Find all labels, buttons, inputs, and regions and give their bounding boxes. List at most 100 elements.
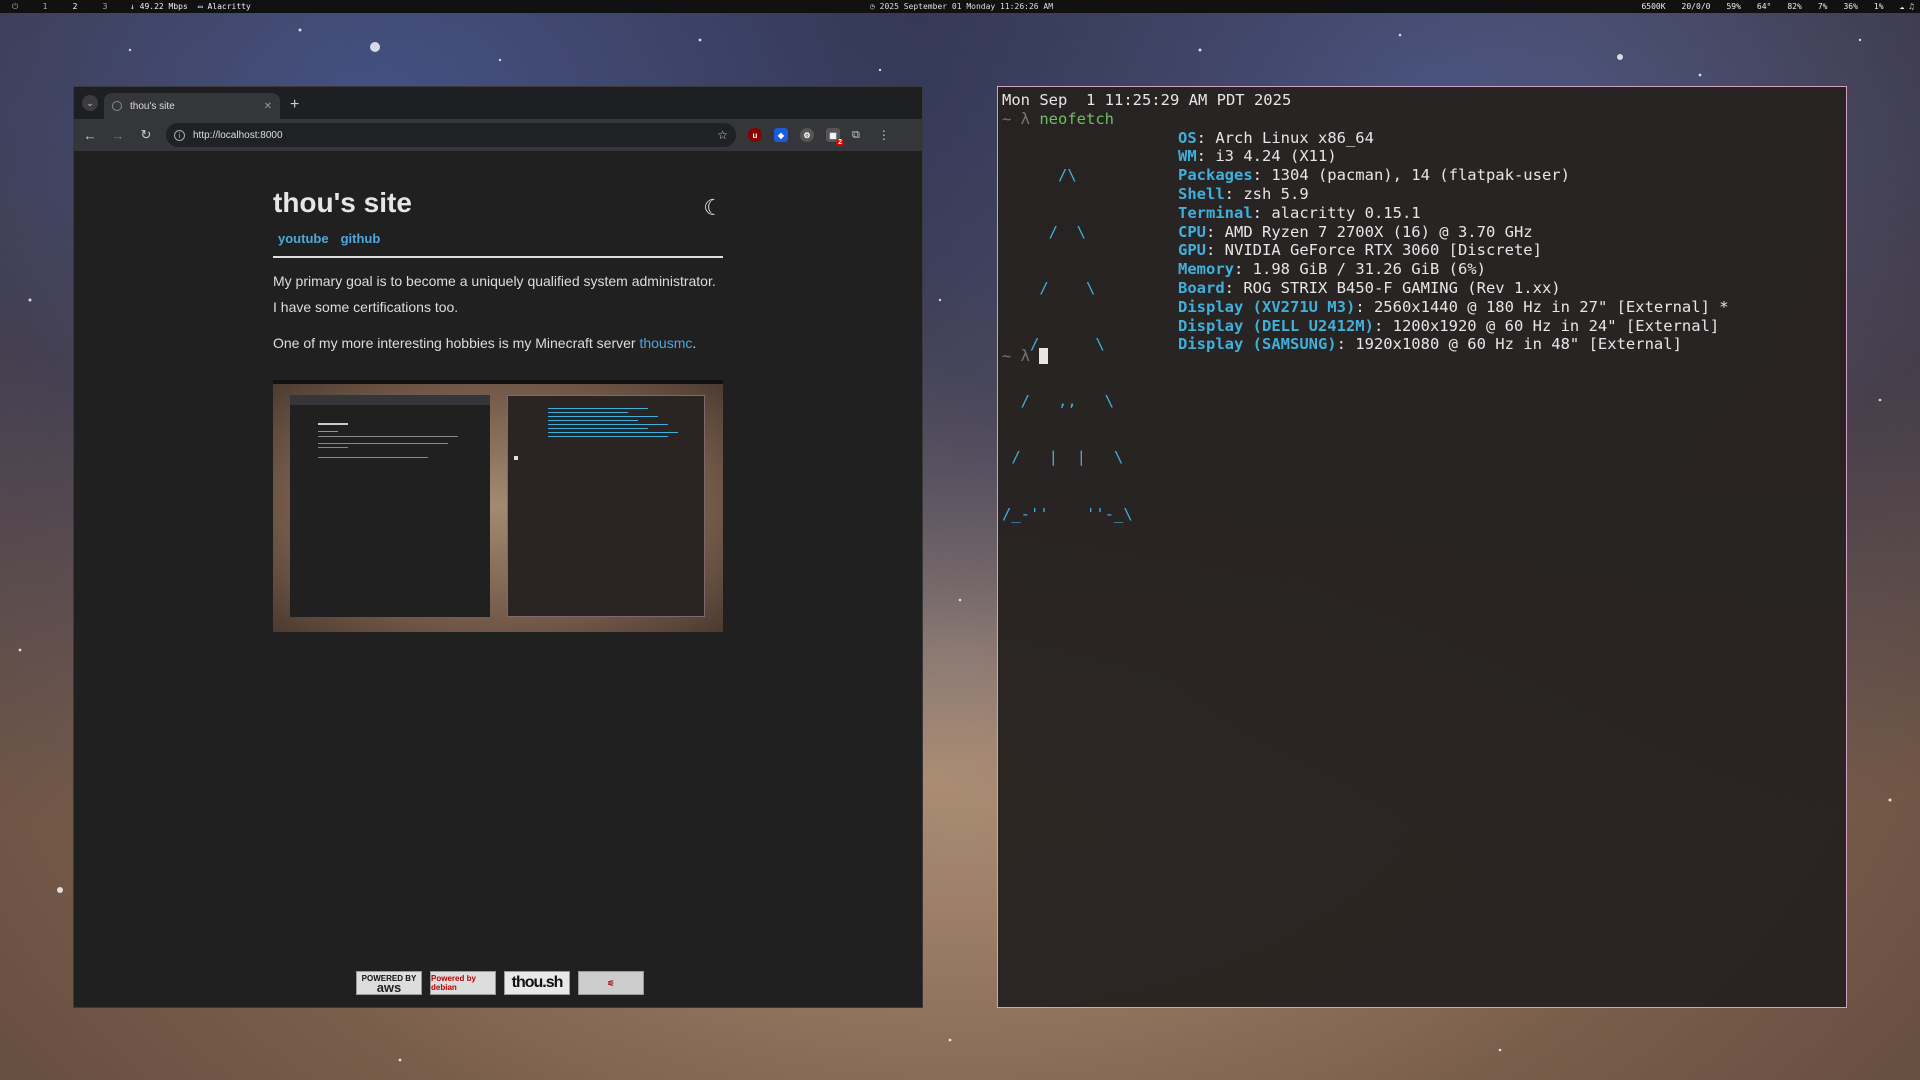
info-display-2: Display (DELL U2412M): 1200x1920 @ 60 Hz… <box>1178 317 1729 336</box>
powered-by-debian-badge[interactable]: Powered by debian <box>430 971 496 995</box>
notification-badge: 2 <box>836 139 844 146</box>
info-key: Packages <box>1178 166 1253 185</box>
page-content: thou's site ☾ youtube github My primary … <box>273 187 723 632</box>
info-value: : ROG STRIX B450-F GAMING (Rev 1.xx) <box>1224 278 1561 297</box>
bitwarden-icon[interactable]: ◆ <box>774 128 788 142</box>
screenshot-statusbar <box>273 380 723 384</box>
workspace-3[interactable]: 3 <box>90 0 120 13</box>
powered-by-aws-badge[interactable]: POWERED BY aws <box>356 971 422 995</box>
screenshot-line <box>318 443 448 444</box>
url-text[interactable]: http://localhost:8000 <box>193 130 709 141</box>
info-shell: Shell: zsh 5.9 <box>1178 185 1729 204</box>
info-packages: Packages: 1304 (pacman), 14 (flatpak-use… <box>1178 166 1729 185</box>
info-key: Board <box>1178 278 1225 297</box>
net-speed-value: 49.22 Mbps <box>139 2 188 11</box>
forward-arrow-icon[interactable]: → <box>110 128 126 143</box>
web-page: thou's site ☾ youtube github My primary … <box>74 151 922 1007</box>
clock: ◷ 2025 September 01 Monday 11:26:26 AM <box>870 2 1054 11</box>
screenshot-line <box>548 424 668 425</box>
screenshot-cursor <box>514 456 518 460</box>
info-key: Terminal <box>1178 203 1253 222</box>
status-bar: ⏻ 1 2 3 ↓ 49.22 Mbps ▭ Alacritty ◷ 2025 … <box>0 0 1920 13</box>
art-line: /\ <box>1002 166 1077 185</box>
arch-logo-ascii: /\ / \ / \ / \ / ,, \ / | | \ /_-'' ''-_… <box>1002 129 1133 561</box>
close-icon[interactable]: ✕ <box>264 101 272 112</box>
info-cpu: CPU: AMD Ryzen 7 2700X (16) @ 3.70 GHz <box>1178 223 1729 242</box>
art-line: / \ <box>1002 278 1096 297</box>
info-key: Memory <box>1178 260 1234 279</box>
info-value: : 1.98 GiB / 31.26 GiB (6%) <box>1234 260 1486 279</box>
info-key: Display (DELL U2412M) <box>1178 316 1374 335</box>
info-value: : 2560x1440 @ 180 Hz in 27" [External] * <box>1355 297 1729 316</box>
info-value: : AMD Ryzen 7 2700X (16) @ 3.70 GHz <box>1206 222 1533 241</box>
terminal-window[interactable]: Mon Sep 1 11:25:29 AM PDT 2025 ~ λ neofe… <box>997 86 1847 1008</box>
divider <box>273 256 723 258</box>
screenshot-line <box>318 423 348 425</box>
info-gpu: GPU: NVIDIA GeForce RTX 3060 [Discrete] <box>1178 241 1729 260</box>
art-line: / ,, \ <box>1002 391 1114 410</box>
art-line: /_-'' ''-_\ <box>1002 504 1133 523</box>
date-output: Mon Sep 1 11:25:29 AM PDT 2025 <box>1002 91 1292 109</box>
neofetch-output: /\ / \ / \ / \ / ,, \ / | | \ /_-'' ''-_… <box>1002 129 1842 523</box>
info-os: OS: Arch Linux x86_64 <box>1178 129 1729 148</box>
screenshot-line <box>548 416 658 417</box>
extensions-puzzle-icon[interactable]: ⧉ <box>852 129 860 142</box>
aws-badge-main: aws <box>376 980 402 995</box>
tab-active[interactable]: thou's site ✕ <box>104 93 280 119</box>
extension-gear-icon[interactable]: ⚙ <box>800 128 814 142</box>
globe-icon <box>112 101 122 111</box>
workspace-2[interactable]: 2 <box>60 0 90 13</box>
info-key: Display (XV271U M3) <box>1178 297 1356 316</box>
thousmc-link[interactable]: thousmc <box>639 335 692 351</box>
info-terminal: Terminal: alacritty 0.15.1 <box>1178 204 1729 223</box>
calendar-extension-icon[interactable]: ▦ 2 <box>826 128 844 146</box>
info-value: : i3 4.24 (X11) <box>1196 147 1337 166</box>
info-value: : 1304 (pacman), 14 (flatpak-user) <box>1252 166 1570 185</box>
power-icon[interactable]: ⏻ <box>0 0 30 13</box>
color-temp: 6500K <box>1641 2 1666 11</box>
info-key: OS <box>1178 128 1197 147</box>
info-value: : NVIDIA GeForce RTX 3060 [Discrete] <box>1206 241 1542 260</box>
screenshot-browser <box>290 395 490 617</box>
screenshot-line <box>548 428 648 429</box>
screenshot-line <box>548 408 648 409</box>
thou-sh-badge[interactable]: thou.sh <box>504 971 570 995</box>
info-display-3: Display (SAMSUNG): 1920x1080 @ 60 Hz in … <box>1178 335 1729 354</box>
hobby-period: . <box>692 335 697 351</box>
focused-window: ▭ Alacritty <box>197 2 251 11</box>
back-arrow-icon[interactable]: ← <box>82 128 98 143</box>
browser-window: ⌄ thou's site ✕ + ← → ↻ i http://localho… <box>73 86 923 1008</box>
github-link[interactable]: github <box>341 231 381 246</box>
reload-icon[interactable]: ↻ <box>138 127 154 143</box>
address-bar[interactable]: i http://localhost:8000 ☆ <box>166 123 736 147</box>
dark-mode-moon-icon[interactable]: ☾ <box>703 195 723 221</box>
screenshot-terminal <box>507 395 705 617</box>
system-info: OS: Arch Linux x86_64 WM: i3 4.24 (X11) … <box>1178 129 1729 355</box>
tray-icons[interactable]: ☁ ♫ <box>1900 0 1914 13</box>
info-key: CPU <box>1178 222 1206 241</box>
misc-badge[interactable]: ⚟ <box>578 971 644 995</box>
weather-temp: 64° <box>1756 2 1772 11</box>
art-line: / \ <box>1002 335 1105 354</box>
site-info-icon[interactable]: i <box>174 129 185 141</box>
info-key: Display (SAMSUNG) <box>1178 335 1337 354</box>
screenshot-line <box>318 431 338 432</box>
command-line: ~ λ neofetch <box>1002 110 1842 129</box>
intro-paragraph: My primary goal is to become a uniquely … <box>273 273 716 315</box>
info-key: GPU <box>1178 241 1206 260</box>
tab-search-icon[interactable]: ⌄ <box>82 95 98 111</box>
bookmark-star-icon[interactable]: ☆ <box>717 128 728 142</box>
memory-usage: 7% <box>1817 2 1828 11</box>
screenshot-line <box>548 436 668 437</box>
art-line: / | | \ <box>1002 448 1124 467</box>
screenshot-line <box>548 412 628 413</box>
youtube-link[interactable]: youtube <box>278 231 329 246</box>
tab-title: thou's site <box>130 100 175 112</box>
screenshot-line <box>318 457 428 458</box>
workspace-1[interactable]: 1 <box>30 0 60 13</box>
disk-usage: 82% <box>1787 2 1802 11</box>
menu-kebab-icon[interactable]: ⋮ <box>878 128 890 142</box>
browser-toolbar: ← → ↻ i http://localhost:8000 ☆ u ◆ ⚙ ▦ 2… <box>74 119 922 151</box>
new-tab-button[interactable]: + <box>290 96 299 114</box>
ublock-icon[interactable]: u <box>748 128 762 142</box>
